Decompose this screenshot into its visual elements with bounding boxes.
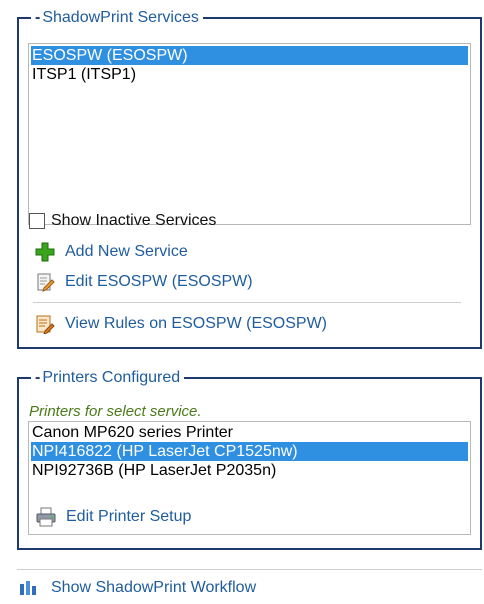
- printers-note: Printers for select service.: [29, 403, 202, 420]
- workflow-chart-icon: [19, 578, 39, 598]
- bottom-divider: [17, 569, 482, 570]
- show-inactive-checkbox[interactable]: [29, 213, 45, 229]
- plus-icon: [35, 242, 55, 262]
- rules-icon: [35, 314, 55, 335]
- printers-panel-title: - Printers Configured: [31, 368, 185, 388]
- add-new-service-link[interactable]: Add New Service: [35, 242, 255, 262]
- view-rules-link[interactable]: View Rules on ESOSPW (ESOSPW): [35, 314, 395, 335]
- printers-listbox[interactable]: Canon MP620 series Printer NPI416822 (HP…: [28, 421, 471, 535]
- service-option-itsp1[interactable]: ITSP1 (ITSP1): [31, 65, 468, 84]
- edit-service-link[interactable]: Edit ESOSPW (ESOSPW): [35, 272, 335, 292]
- printer-option-npi416822[interactable]: NPI416822 (HP LaserJet CP1525nw): [31, 442, 468, 461]
- edit-document-icon: [35, 272, 55, 292]
- printer-icon: [36, 507, 56, 527]
- show-workflow-link[interactable]: Show ShadowPrint Workflow: [19, 578, 299, 598]
- services-panel: - ShadowPrint Services ESOSPW (ESOSPW) IT…: [17, 8, 482, 349]
- printer-option-npi92736b[interactable]: NPI92736B (HP LaserJet P2035n): [31, 461, 468, 480]
- printer-option-canon[interactable]: Canon MP620 series Printer: [31, 423, 468, 442]
- printers-panel: - Printers Configured Printers for select…: [17, 368, 482, 550]
- divider: [33, 302, 461, 303]
- show-inactive-label[interactable]: Show Inactive Services: [51, 211, 216, 231]
- services-listbox[interactable]: ESOSPW (ESOSPW) ITSP1 (ITSP1): [28, 43, 471, 225]
- service-option-esospw[interactable]: ESOSPW (ESOSPW): [31, 46, 468, 65]
- services-panel-title: - ShadowPrint Services: [31, 8, 203, 28]
- edit-printer-setup-link[interactable]: Edit Printer Setup: [36, 507, 256, 527]
